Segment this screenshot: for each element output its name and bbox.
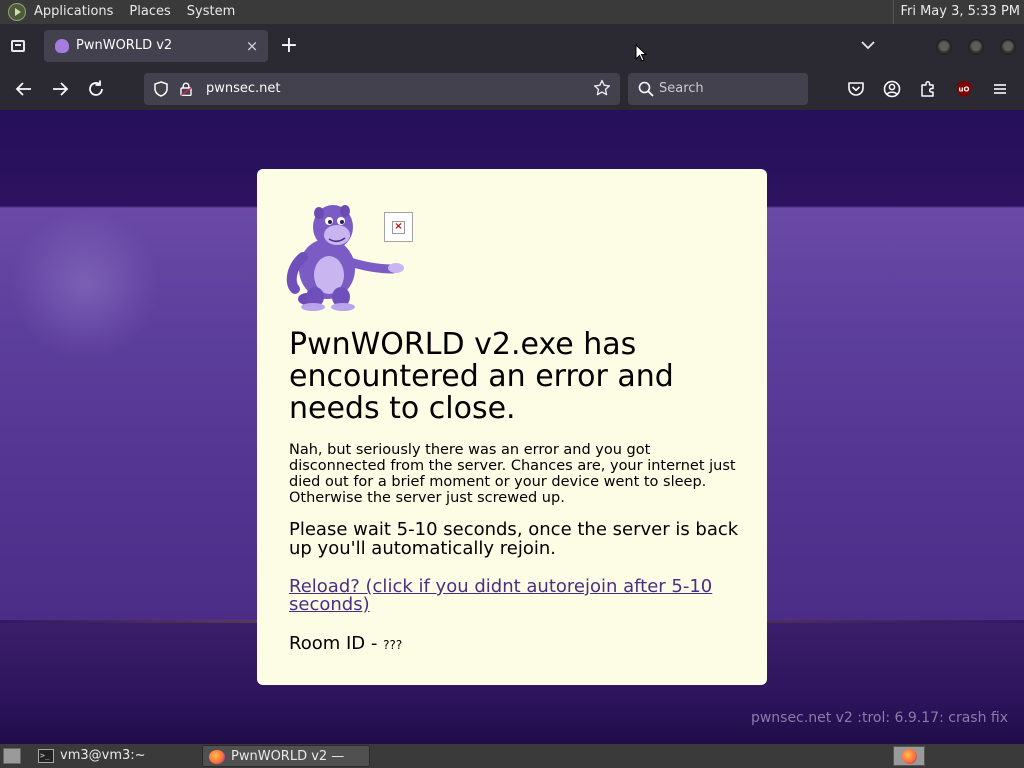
- reload-button[interactable]: [85, 78, 107, 100]
- room-id-label: Room ID -: [289, 633, 384, 654]
- navigation-toolbar: pwnsec.net Search uO: [0, 68, 1024, 110]
- forward-button[interactable]: [49, 78, 71, 100]
- menu-applications[interactable]: Applications: [26, 0, 121, 24]
- panel-clock[interactable]: Fri May 3, 5:33 PM: [893, 0, 1020, 24]
- close-icon[interactable]: ×: [242, 36, 262, 56]
- hamburger-menu-icon[interactable]: [990, 79, 1010, 99]
- minimize-button[interactable]: [936, 39, 952, 55]
- workspace-switcher[interactable]: [893, 746, 925, 766]
- tab-title: PwnWORLD v2: [76, 38, 173, 53]
- ublock-origin-icon[interactable]: uO: [954, 79, 974, 99]
- browser-tab-active[interactable]: PwnWORLD v2 ×: [44, 30, 268, 62]
- terminal-icon: [38, 745, 54, 767]
- panel-menu-bar: Applications Places System: [0, 0, 243, 24]
- search-bar[interactable]: Search: [628, 73, 808, 105]
- version-text: pwnsec.net v2 :trol: 6.9.17: crash fix: [750, 710, 1008, 726]
- firefox-icon: [209, 750, 225, 764]
- tray-icon: [11, 40, 25, 52]
- url-text[interactable]: pwnsec.net: [206, 73, 281, 105]
- pocket-icon[interactable]: [846, 79, 866, 99]
- lock-icon[interactable]: [180, 82, 192, 96]
- background-glow: [10, 210, 160, 360]
- show-desktop-button[interactable]: [3, 748, 21, 764]
- page-viewport: × PwnWORLD v2.exe has encountered an err…: [0, 110, 1024, 744]
- back-arrow-icon: [15, 82, 31, 96]
- firefox-view-button[interactable]: [8, 36, 28, 56]
- tab-strip: PwnWORLD v2 × +: [0, 24, 1024, 68]
- error-description: Nah, but seriously there was an error an…: [289, 442, 736, 506]
- search-icon: [638, 81, 654, 97]
- bottom-taskbar: vm3@vm3:~ PwnWORLD v2 — M...: [0, 744, 1024, 768]
- extensions-puzzle-icon[interactable]: [918, 79, 938, 99]
- firefox-icon: [902, 749, 917, 764]
- taskbar-item-label: PwnWORLD v2 — M...: [231, 749, 345, 764]
- svg-text:uO: uO: [959, 86, 970, 94]
- reload-link[interactable]: Reload? (click if you didnt autorejoin a…: [289, 578, 749, 614]
- menu-places[interactable]: Places: [121, 0, 178, 24]
- forward-arrow-icon: [53, 82, 69, 96]
- tracking-shield-icon[interactable]: [154, 81, 168, 97]
- taskbar-item-firefox[interactable]: PwnWORLD v2 — M...: [202, 745, 370, 767]
- close-window-button[interactable]: [1000, 39, 1016, 55]
- bookmark-star-icon[interactable]: [592, 79, 612, 99]
- menu-system[interactable]: System: [179, 0, 243, 24]
- bonzi-favicon-icon: [55, 39, 69, 53]
- chevron-down-icon[interactable]: [858, 36, 878, 56]
- mouse-cursor-icon: [635, 44, 647, 62]
- url-bar[interactable]: pwnsec.net: [144, 73, 620, 105]
- taskbar-item-label: vm3@vm3:~: [60, 748, 146, 763]
- new-tab-button[interactable]: +: [278, 35, 300, 58]
- error-dialog: × PwnWORLD v2.exe has encountered an err…: [257, 169, 767, 685]
- wait-message: Please wait 5-10 seconds, once the serve…: [289, 519, 739, 559]
- reload-icon: [89, 80, 103, 96]
- room-id: Room ID - ???: [289, 634, 402, 655]
- taskbar-item-terminal[interactable]: vm3@vm3:~: [32, 745, 196, 767]
- broken-image-icon: ×: [384, 212, 413, 242]
- maximize-button[interactable]: [968, 39, 984, 55]
- top-panel: Applications Places System Fri May 3, 5:…: [0, 0, 1024, 24]
- room-id-value: ???: [383, 638, 403, 652]
- back-button[interactable]: [13, 78, 35, 100]
- distro-logo-icon[interactable]: [8, 3, 26, 21]
- error-heading: PwnWORLD v2.exe has encountered an error…: [289, 327, 674, 426]
- account-icon[interactable]: [882, 79, 902, 99]
- search-placeholder: Search: [659, 81, 704, 96]
